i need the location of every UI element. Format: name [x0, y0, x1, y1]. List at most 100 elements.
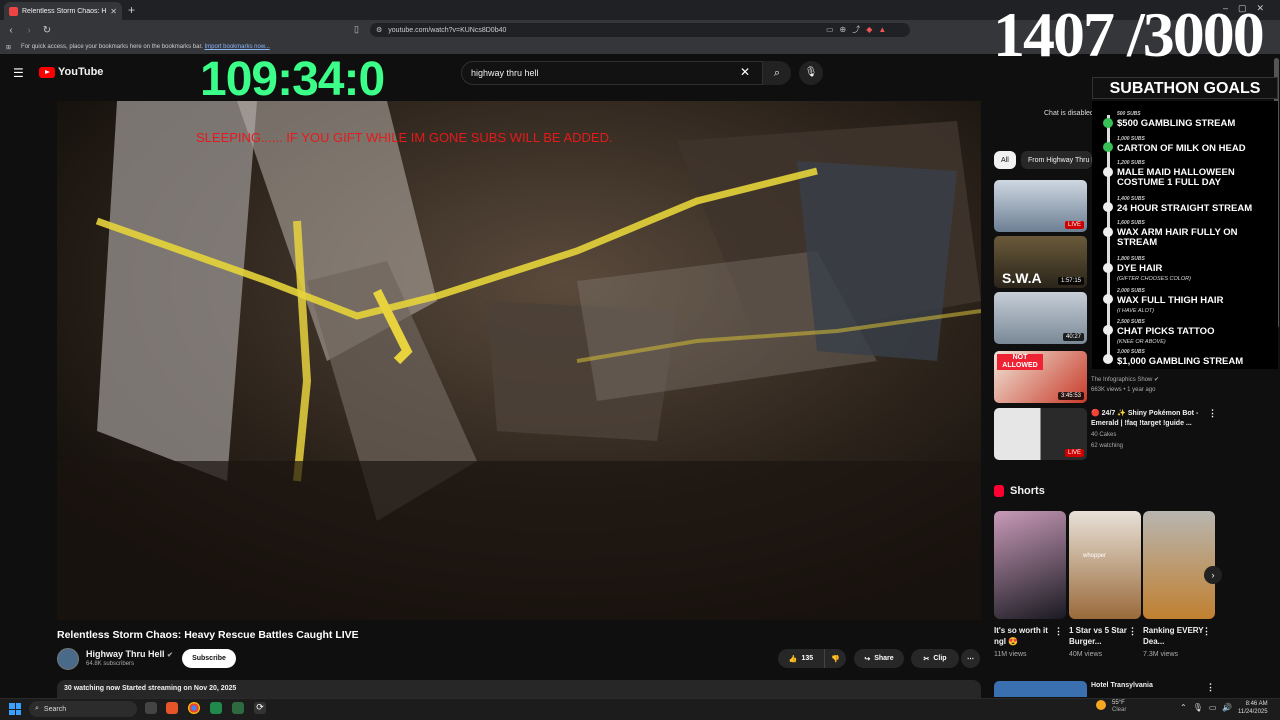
rec-meta: 663K views • 1 year ago	[1091, 387, 1156, 393]
rec-thumbnail[interactable]: LIVE	[994, 408, 1087, 460]
thumbs-up-icon: 👍	[788, 655, 798, 663]
brave-browser-icon[interactable]	[166, 702, 178, 714]
channel-avatar[interactable]	[57, 648, 79, 670]
goals-panel: 500 SUBS $500 GAMBLING STREAM 1,000 SUBS…	[1092, 101, 1278, 369]
short-thumbnail[interactable]: whopper	[1069, 511, 1141, 619]
goal-item: 500 SUBS $500 GAMBLING STREAM	[1117, 111, 1236, 129]
goal-item: 1,600 SUBS WAX ARM HAIR FULLY ON STREAM	[1117, 220, 1238, 248]
thumbnail-text: whopper	[1083, 553, 1107, 559]
thumbnail-text: S.W.A	[1002, 270, 1042, 286]
more-icon: ⋯	[967, 655, 974, 663]
clip-button[interactable]: ✂ Clip	[911, 649, 959, 668]
hamburger-menu-icon[interactable]: ☰	[13, 66, 24, 80]
site-info-icon[interactable]: ⚙	[376, 26, 382, 34]
excel-icon[interactable]	[232, 702, 244, 714]
goal-dot-icon	[1103, 354, 1113, 364]
short-thumbnail[interactable]	[1143, 511, 1215, 619]
shorts-heading: Shorts	[994, 485, 1045, 497]
chip-from-channel[interactable]: From Highway Thru Hell	[1021, 151, 1092, 169]
share-button[interactable]: ↪ Share	[854, 649, 904, 668]
rec-channel[interactable]: The Infographics Show ✔	[1091, 376, 1159, 383]
youtube-favicon-icon	[9, 6, 18, 16]
rec-channel[interactable]: 40 Cakes	[1091, 432, 1116, 438]
rec-title[interactable]: Hotel Transylvania	[1091, 682, 1153, 689]
live-badge: LIVE	[1064, 449, 1084, 457]
thumbs-down-icon: 👎	[831, 655, 840, 663]
search-icon: ⌕	[35, 705, 39, 712]
chrome-icon[interactable]	[188, 702, 200, 714]
youtube-logo[interactable]: YouTube	[39, 66, 103, 78]
like-button[interactable]: 👍 135	[778, 649, 824, 668]
rec-thumbnail[interactable]: 40:27	[994, 292, 1087, 344]
rec-more-icon[interactable]: ⋮	[1206, 682, 1215, 693]
video-frame	[57, 101, 981, 620]
forward-icon[interactable]: ›	[22, 25, 36, 36]
duration-badge: 3:45:53	[1057, 392, 1084, 400]
goal-check-icon	[1103, 118, 1113, 128]
reload-icon[interactable]: ↻	[40, 25, 54, 36]
rec-thumbnail[interactable]: NOT ALLOWED 3:45:53	[994, 351, 1087, 403]
rec-title[interactable]: 🔴 24/7 ✨ Shiny Pokémon Bot - Emerald | !…	[1091, 409, 1206, 429]
clear-search-icon[interactable]: ✕	[740, 65, 750, 79]
rec-thumbnail[interactable]: LIVE	[994, 180, 1087, 232]
bookmarks-hint: For quick access, place your bookmarks h…	[21, 44, 270, 50]
description-box[interactable]: 30 watching now Started streaming on Nov…	[57, 680, 981, 700]
new-tab-icon[interactable]: +	[128, 3, 135, 17]
goal-item: 1,000 SUBS CARTON OF MILK ON HEAD	[1117, 136, 1246, 154]
search-button[interactable]: ⌕	[763, 61, 791, 85]
weather-widget[interactable]: 55°F Clear	[1096, 700, 1126, 714]
shorts-next-button[interactable]: ›	[1204, 566, 1222, 584]
rec-thumbnail[interactable]	[994, 681, 1087, 697]
system-tray-icons[interactable]: ⌃🎙▭🔊	[1180, 703, 1238, 712]
taskbar-clock[interactable]: 8:46 AM 11/24/2025	[1238, 700, 1268, 716]
short-more-icon[interactable]: ⋮	[1128, 626, 1137, 637]
taskbar-search[interactable]: ⌕ Search	[29, 701, 137, 717]
close-tab-icon[interactable]: ✕	[110, 7, 117, 16]
screen: Relentless Storm Chaos: Heav ✕ + –▢✕ ‹ ›…	[0, 0, 1280, 720]
bookmark-icon[interactable]: ▯	[354, 24, 359, 35]
short-more-icon[interactable]: ⋮	[1202, 626, 1211, 637]
rec-thumbnail[interactable]: S.W.A 1:57:15	[994, 236, 1087, 288]
short-views: 7.3M views	[1143, 651, 1179, 658]
back-icon[interactable]: ‹	[4, 25, 18, 36]
dislike-button[interactable]: 👎	[824, 649, 846, 668]
windows-start-icon[interactable]	[9, 703, 21, 715]
goal-dot-icon	[1103, 263, 1113, 273]
weather-icon	[1096, 700, 1106, 710]
search-input[interactable]: highway thru hell	[461, 61, 763, 85]
duration-badge: 40:27	[1062, 333, 1084, 341]
short-more-icon[interactable]: ⋮	[1054, 626, 1063, 637]
goal-item: 1,400 SUBS 24 HOUR STRAIGHT STREAM	[1117, 196, 1253, 214]
verified-icon: ✔	[167, 652, 173, 659]
channel-name[interactable]: Highway Thru Hell ✔	[86, 649, 173, 659]
goal-dot-icon	[1103, 325, 1113, 335]
sub-counter: 1407 /3000	[993, 0, 1265, 70]
video-player[interactable]	[57, 101, 981, 620]
chip-all[interactable]: All	[994, 151, 1016, 169]
subscribe-button[interactable]: Subscribe	[182, 649, 236, 668]
voice-search-icon[interactable]: 🎙	[799, 61, 823, 85]
goal-item: 2,000 SUBS WAX FULL THIGH HAIR (I HAVE A…	[1117, 288, 1224, 314]
video-title: Relentless Storm Chaos: Heavy Rescue Bat…	[57, 629, 359, 641]
short-caption[interactable]: 1 Star vs 5 Star Burger...	[1069, 625, 1131, 647]
more-actions-button[interactable]: ⋯	[961, 649, 980, 668]
sleeping-overlay-text: SLEEPING...... IF YOU GIFT WHILE IM GONE…	[196, 130, 613, 145]
rec-meta: 62 watching	[1091, 443, 1124, 449]
browser-tab[interactable]: Relentless Storm Chaos: Heav ✕	[4, 2, 122, 20]
goal-dot-icon	[1103, 294, 1113, 304]
goal-item: 3,000 SUBS $1,000 GAMBLING STREAM	[1117, 349, 1244, 367]
task-view-icon[interactable]	[145, 702, 157, 714]
live-badge: LIVE	[1064, 221, 1084, 229]
short-caption[interactable]: Ranking EVERY Dea...	[1143, 625, 1205, 647]
goal-dot-icon	[1103, 167, 1113, 177]
url-action-icons[interactable]: ▭⊕⤴◆▲	[826, 24, 892, 35]
tab-title: Relentless Storm Chaos: Heav	[22, 7, 107, 15]
apps-grid-icon[interactable]: ⊞	[6, 44, 11, 51]
obs-app-icon[interactable]	[210, 702, 222, 714]
goal-item: 1,800 SUBS DYE HAIR (GIFTER CHOOSES COLO…	[1117, 256, 1191, 282]
rec-more-icon[interactable]: ⋮	[1208, 408, 1217, 419]
short-thumbnail[interactable]	[994, 511, 1066, 619]
import-bookmarks-link[interactable]: Import bookmarks now...	[204, 44, 269, 50]
short-caption[interactable]: It's so worth it ngl 😍	[994, 625, 1056, 647]
terminal-icon[interactable]: ⟳	[254, 702, 266, 714]
